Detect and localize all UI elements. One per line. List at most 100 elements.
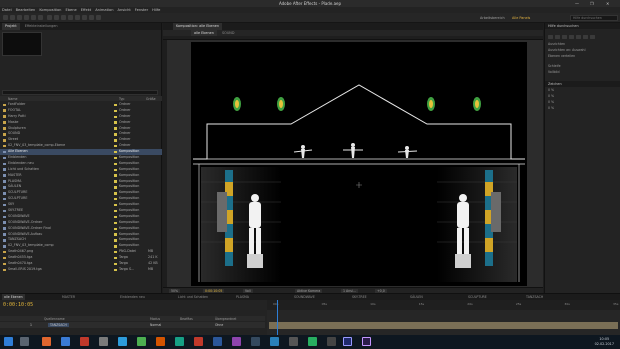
label-color-swatch[interactable] xyxy=(114,245,117,248)
label-color-swatch[interactable] xyxy=(114,156,117,160)
audio-icon[interactable] xyxy=(583,35,588,39)
brush-tool-icon[interactable] xyxy=(68,15,73,20)
stamp-tool-icon[interactable] xyxy=(75,15,80,20)
help-search-input[interactable]: Hilfe durchsuchen xyxy=(570,15,618,21)
workspace-tab[interactable]: Arbeitsbereich xyxy=(480,16,505,20)
label-color-swatch[interactable] xyxy=(114,262,117,266)
premiere-icon[interactable] xyxy=(362,337,371,346)
label-color-swatch[interactable] xyxy=(114,256,117,260)
label-color-swatch[interactable] xyxy=(114,268,117,272)
label-color-swatch[interactable] xyxy=(114,162,117,166)
time-ruler[interactable]: 00s 05s 10s 15s 20s 25s 30s 35s xyxy=(267,300,620,310)
play-icon[interactable] xyxy=(562,35,567,39)
column-type[interactable]: Typ xyxy=(119,97,124,101)
firefox-icon[interactable] xyxy=(42,337,51,346)
character-value-4[interactable]: 0 % xyxy=(545,105,620,111)
timeline-tab[interactable]: PLASMA xyxy=(234,294,251,300)
maximize-button[interactable]: ❐ xyxy=(590,1,594,6)
label-color-swatch[interactable] xyxy=(114,103,117,107)
first-frame-icon[interactable] xyxy=(548,35,553,39)
column-trkmat[interactable]: BewMas xyxy=(180,317,193,321)
filezilla-icon[interactable] xyxy=(156,337,165,346)
roto-brush-tool-icon[interactable] xyxy=(89,15,94,20)
label-color-swatch[interactable] xyxy=(114,221,117,224)
loop-icon[interactable] xyxy=(590,35,595,39)
workspace-tab-active[interactable]: Alle Panels xyxy=(512,16,530,20)
column-parent[interactable]: Übergeordnet xyxy=(215,317,236,321)
label-color-swatch[interactable] xyxy=(114,127,117,130)
next-frame-icon[interactable] xyxy=(569,35,574,39)
label-color-swatch[interactable] xyxy=(114,186,117,189)
layer-duration-bar[interactable] xyxy=(269,322,618,329)
eraser-tool-icon[interactable] xyxy=(82,15,87,20)
pen-tool-icon[interactable] xyxy=(54,15,59,20)
label-color-swatch[interactable] xyxy=(114,215,117,219)
label-color-swatch[interactable] xyxy=(114,168,117,171)
label-color-swatch[interactable] xyxy=(114,227,117,230)
puppet-tool-icon[interactable] xyxy=(96,15,101,20)
label-color-swatch[interactable] xyxy=(114,115,117,118)
app-icon-gray-2[interactable] xyxy=(327,337,336,346)
pan-behind-tool-icon[interactable] xyxy=(38,15,43,20)
word-icon[interactable] xyxy=(213,337,222,346)
start-button-icon[interactable] xyxy=(4,337,13,346)
ie-icon[interactable] xyxy=(118,337,127,346)
label-color-swatch[interactable] xyxy=(114,239,117,242)
mask-tool-icon[interactable] xyxy=(47,15,52,20)
timeline-tab[interactable]: MASTER xyxy=(60,294,77,300)
selection-tool-icon[interactable] xyxy=(3,15,8,20)
label-color-swatch[interactable] xyxy=(114,174,117,177)
app-icon-teal[interactable] xyxy=(175,337,184,346)
clock[interactable]: 10:05 02.02.2017 xyxy=(595,337,614,346)
tab-project[interactable]: Projekt xyxy=(2,23,20,30)
label-color-swatch[interactable] xyxy=(114,209,117,213)
rotate-tool-icon[interactable] xyxy=(24,15,29,20)
settings-icon[interactable] xyxy=(99,337,108,346)
app-icon-gray[interactable] xyxy=(289,337,298,346)
project-item-row[interactable]: Small-ERIS 2019.tga Targa S... MB xyxy=(0,267,162,273)
last-frame-icon[interactable] xyxy=(576,35,581,39)
label-color-swatch[interactable] xyxy=(114,180,117,183)
timeline-layer-row[interactable]: 1 TANZSACH Normal Ohne xyxy=(0,322,265,328)
timeline-track-area[interactable]: 00s 05s 10s 15s 20s 25s 30s 35s xyxy=(267,300,620,336)
prev-frame-icon[interactable] xyxy=(555,35,560,39)
ruler-vertical[interactable] xyxy=(163,40,167,287)
playhead[interactable] xyxy=(277,300,278,336)
layer-mode[interactable]: Normal xyxy=(150,323,161,327)
tab-composition[interactable]: Komposition: alle Ebenen xyxy=(173,23,222,30)
column-source-name[interactable]: Quellenname xyxy=(44,317,65,321)
zoom-tool-icon[interactable] xyxy=(17,15,22,20)
timeline-tab[interactable]: Einblenden neu xyxy=(118,294,147,300)
app-icon-purple[interactable] xyxy=(232,337,241,346)
text-tool-icon[interactable] xyxy=(61,15,66,20)
composition-viewer[interactable] xyxy=(191,42,527,286)
label-color-swatch[interactable] xyxy=(114,145,117,148)
media-icon[interactable] xyxy=(80,337,89,346)
minimize-button[interactable]: — xyxy=(575,1,579,6)
app-icon-green[interactable] xyxy=(137,337,146,346)
explorer-icon[interactable] xyxy=(61,337,70,346)
close-button[interactable]: ✕ xyxy=(606,1,609,6)
app-icon-blue[interactable] xyxy=(270,337,279,346)
layer-name[interactable]: TANZSACH xyxy=(48,323,69,327)
acrobat-icon[interactable] xyxy=(194,337,203,346)
column-mode[interactable]: Modus xyxy=(150,317,160,321)
label-color-swatch[interactable] xyxy=(114,198,117,201)
timeline-tab[interactable]: Licht und Schatten xyxy=(176,294,210,300)
column-size[interactable]: Größe xyxy=(146,97,156,101)
label-color-swatch[interactable] xyxy=(114,203,117,207)
hand-tool-icon[interactable] xyxy=(10,15,15,20)
task-view-icon[interactable] xyxy=(20,337,29,346)
project-search-input[interactable] xyxy=(2,90,158,95)
timeline-tab[interactable]: alle Ebenen xyxy=(2,294,25,300)
camera-tool-icon[interactable] xyxy=(31,15,36,20)
app-icon-green-2[interactable] xyxy=(308,337,317,346)
label-color-swatch[interactable] xyxy=(114,109,117,113)
label-color-swatch[interactable] xyxy=(114,121,117,124)
label-color-swatch[interactable] xyxy=(114,192,117,195)
layer-parent[interactable]: Ohne xyxy=(215,323,223,327)
app-icon-dark[interactable] xyxy=(251,337,260,346)
preview-option-fullscreen[interactable]: Vollbild xyxy=(545,69,620,75)
ruler-horizontal[interactable] xyxy=(163,36,543,40)
column-name[interactable]: Name xyxy=(8,97,17,101)
